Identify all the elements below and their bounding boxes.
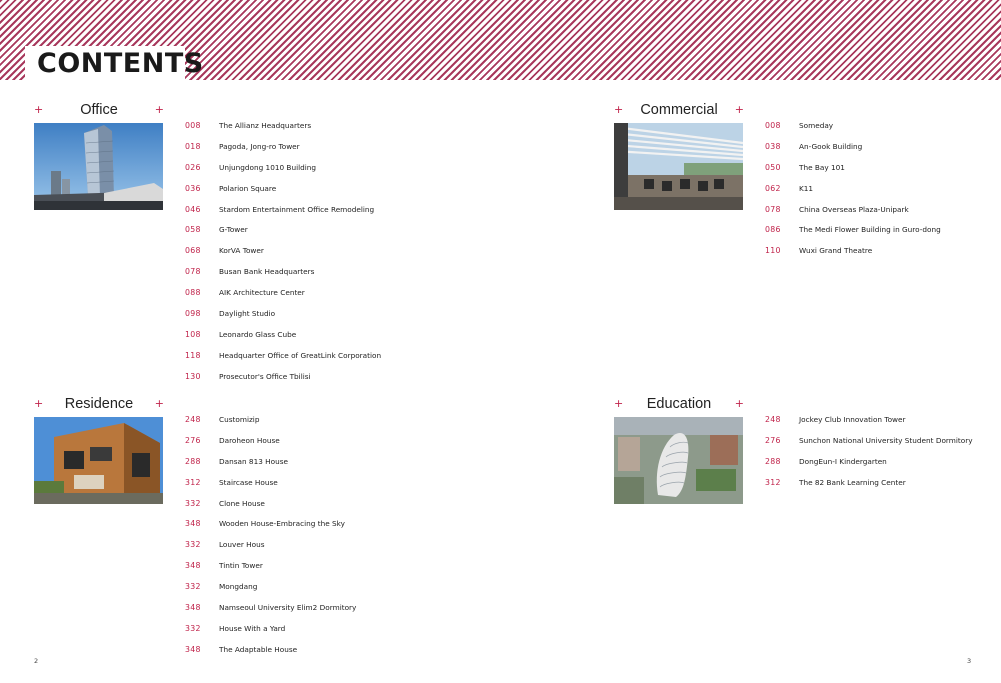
- page-number: 078: [765, 204, 781, 214]
- project-name: Sunchon National University Student Dorm…: [799, 435, 973, 445]
- section-title: Residence: [64, 396, 134, 412]
- project-name: House With a Yard: [219, 623, 286, 633]
- project-name: Busan Bank Headquarters: [219, 267, 315, 277]
- project-name: China Overseas Plaza-Unipark: [799, 204, 909, 214]
- page-number: 110: [765, 246, 781, 256]
- project-name: Leonardo Glass Cube: [219, 329, 297, 339]
- project-name: Wuxi Grand Theatre: [799, 246, 873, 256]
- page-number: 348: [185, 519, 201, 529]
- page-number: 312: [185, 477, 201, 487]
- project-name: Daylight Studio: [219, 309, 276, 319]
- project-name: Jockey Club Innovation Tower: [799, 415, 906, 424]
- page-number-right: 3: [967, 657, 972, 665]
- project-name: Pagoda, Jong-ro Tower: [219, 141, 300, 151]
- page-number: 086: [765, 225, 781, 235]
- page-number: 118: [185, 350, 201, 360]
- project-name: AIK Architecture Center: [219, 288, 305, 298]
- page-number: 098: [185, 309, 201, 319]
- residence-photo: [34, 417, 163, 504]
- project-name: Wooden House-Embracing the Sky: [219, 519, 345, 529]
- page-number: 062: [765, 183, 781, 193]
- project-name: Daroheon House: [219, 435, 280, 445]
- project-name: K11: [799, 183, 814, 193]
- section-header: + Office +: [34, 102, 164, 122]
- project-name: G-Tower: [219, 225, 248, 235]
- page-number: 332: [185, 498, 201, 508]
- plus-icon: +: [734, 397, 744, 410]
- page-number: 288: [185, 456, 201, 466]
- project-name: Tintin Tower: [219, 561, 263, 571]
- project-name: An-Gook Building: [799, 141, 863, 151]
- page-number: 332: [185, 623, 201, 633]
- page-number: 332: [185, 540, 201, 550]
- commercial-photo: [614, 123, 743, 210]
- page-number: 108: [185, 329, 201, 339]
- project-name: Louver Hous: [219, 540, 265, 550]
- office-photo: [34, 123, 163, 210]
- page-number: 248: [765, 415, 781, 424]
- plus-icon: +: [734, 103, 744, 116]
- project-name: The Medi Flower Building in Guro-dong: [799, 225, 941, 235]
- page-number: 332: [185, 582, 201, 592]
- section-header: + Residence +: [34, 396, 164, 416]
- section-title: Commercial: [640, 102, 718, 118]
- page-number-left: 2: [34, 657, 39, 665]
- project-name: The Allianz Headquarters: [219, 121, 312, 130]
- project-name: The 82 Bank Learning Center: [799, 477, 906, 487]
- page-number: 348: [185, 603, 201, 613]
- page-number: 276: [765, 435, 781, 445]
- page-number: 026: [185, 162, 201, 172]
- project-name: Staircase House: [219, 477, 278, 487]
- page-number: 068: [185, 246, 201, 256]
- page-number: 018: [185, 141, 201, 151]
- project-name: Clone House: [219, 498, 265, 508]
- page-number: 088: [185, 288, 201, 298]
- project-name: Unjungdong 1010 Building: [219, 162, 317, 172]
- project-name: Headquarter Office of GreatLink Corporat…: [219, 350, 382, 360]
- page-number: 288: [765, 456, 781, 466]
- project-name: Dansan 813 House: [219, 456, 289, 466]
- page-number: 078: [185, 267, 201, 277]
- page-number: 348: [185, 561, 201, 571]
- page-number: 008: [765, 121, 781, 130]
- page-number: 036: [185, 183, 201, 193]
- project-name: KorVA Tower: [219, 246, 264, 256]
- project-name: Customizip: [219, 415, 260, 424]
- page-number: 008: [185, 121, 201, 130]
- plus-icon: +: [154, 397, 164, 410]
- project-name: Someday: [799, 121, 834, 130]
- project-name: Prosecutor's Office Tbilisi: [219, 371, 311, 381]
- project-name: Stardom Entertainment Office Remodeling: [219, 204, 375, 214]
- page-title: CONTENTS: [37, 48, 204, 79]
- section-title: Office: [80, 102, 118, 118]
- page-number: 276: [185, 435, 201, 445]
- project-name: Mongdang: [219, 582, 258, 592]
- education-photo: [614, 417, 743, 504]
- section-header: + Education +: [614, 396, 744, 416]
- project-name: DongEun-I Kindergarten: [799, 456, 887, 466]
- page-number: 348: [185, 644, 201, 654]
- plus-icon: +: [154, 103, 164, 116]
- section-header: + Commercial +: [614, 102, 744, 122]
- section-title: Education: [646, 396, 712, 412]
- page-number: 050: [765, 162, 781, 172]
- page-number: 058: [185, 225, 201, 235]
- page-number: 046: [185, 204, 201, 214]
- project-name: Polarion Square: [219, 183, 277, 193]
- page-number: 038: [765, 141, 781, 151]
- project-name: The Adaptable House: [219, 644, 298, 654]
- page-number: 248: [185, 415, 201, 424]
- page-number: 312: [765, 477, 781, 487]
- project-name: The Bay 101: [799, 162, 845, 172]
- project-name: Namseoul University Elim2 Dormitory: [219, 603, 357, 613]
- page-number: 130: [185, 371, 201, 381]
